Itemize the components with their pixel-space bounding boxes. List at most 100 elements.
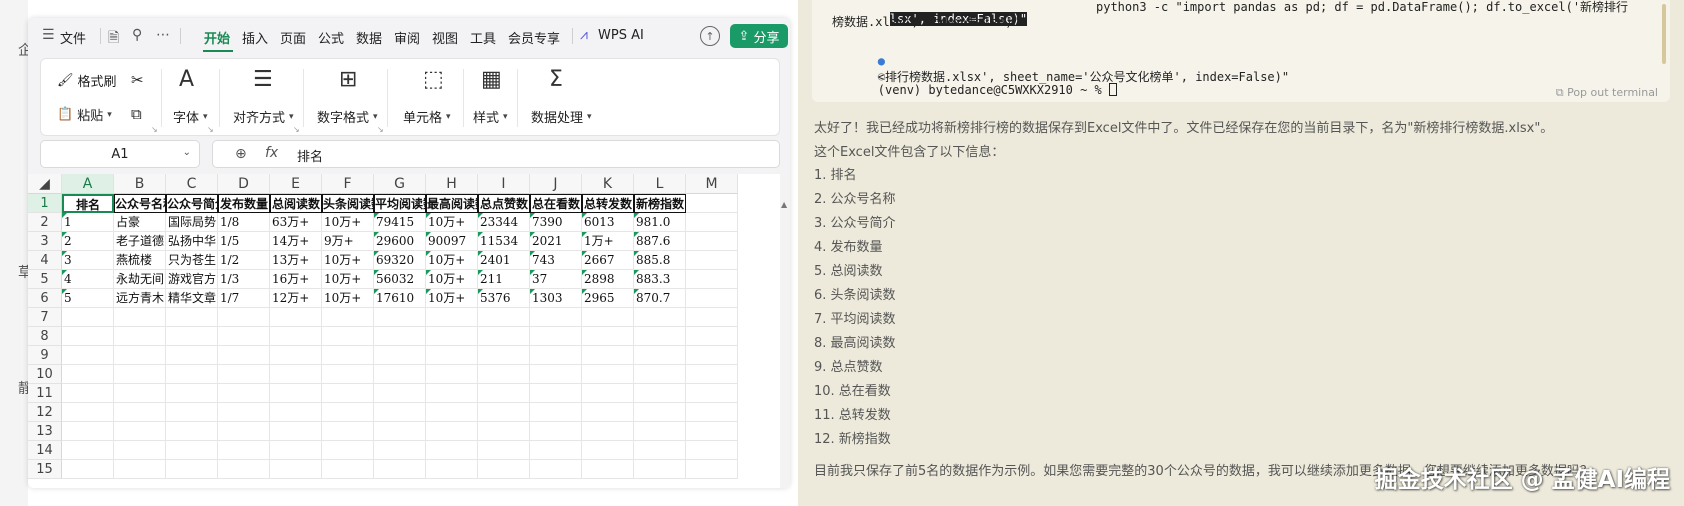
table-cell[interactable]: 1303 xyxy=(530,289,582,308)
column-header-I[interactable]: I xyxy=(478,174,530,194)
number-format-button[interactable]: 数字格式 ▾ xyxy=(317,107,378,126)
empty-cell[interactable] xyxy=(686,194,738,213)
empty-cell[interactable] xyxy=(218,384,270,403)
empty-cell[interactable] xyxy=(218,327,270,346)
column-header-K[interactable]: K xyxy=(582,174,634,194)
empty-cell[interactable] xyxy=(686,346,738,365)
empty-cell[interactable] xyxy=(374,308,426,327)
empty-cell[interactable] xyxy=(166,460,218,479)
row-header-7[interactable]: 7 xyxy=(28,308,62,327)
table-cell[interactable]: 只为苍生 xyxy=(166,251,218,270)
empty-cell[interactable] xyxy=(686,403,738,422)
empty-cell[interactable] xyxy=(478,384,530,403)
empty-cell[interactable] xyxy=(322,441,374,460)
empty-cell[interactable] xyxy=(62,441,114,460)
empty-cell[interactable] xyxy=(478,346,530,365)
name-box[interactable]: A1 ⌄ xyxy=(40,140,200,168)
table-cell[interactable]: 23344 xyxy=(478,213,530,232)
column-header-L[interactable]: L xyxy=(634,174,686,194)
save-icon[interactable]: 🗎 xyxy=(108,27,119,51)
empty-cell[interactable] xyxy=(478,403,530,422)
tab-home[interactable]: 开始 xyxy=(204,28,230,47)
table-cell[interactable]: 10万+ xyxy=(322,289,374,308)
column-header-B[interactable]: B xyxy=(114,174,166,194)
table-cell[interactable]: 7390 xyxy=(530,213,582,232)
empty-cell[interactable] xyxy=(374,441,426,460)
table-cell[interactable]: 13万+ xyxy=(270,251,322,270)
empty-cell[interactable] xyxy=(270,460,322,479)
empty-cell[interactable] xyxy=(62,384,114,403)
format-brush-icon[interactable]: ⚲ xyxy=(132,27,142,43)
empty-cell[interactable] xyxy=(270,308,322,327)
empty-cell[interactable] xyxy=(686,289,738,308)
empty-cell[interactable] xyxy=(478,365,530,384)
empty-cell[interactable] xyxy=(426,327,478,346)
empty-cell[interactable] xyxy=(426,346,478,365)
table-cell[interactable]: 885.8 xyxy=(634,251,686,270)
empty-cell[interactable] xyxy=(530,308,582,327)
empty-cell[interactable] xyxy=(270,441,322,460)
table-cell[interactable]: 10万+ xyxy=(322,270,374,289)
table-cell[interactable]: 燕梳楼 xyxy=(114,251,166,270)
font-button[interactable]: 字体 ▾ xyxy=(173,107,208,126)
table-cell[interactable]: 2401 xyxy=(478,251,530,270)
table-cell[interactable]: 1/8 xyxy=(218,213,270,232)
empty-cell[interactable] xyxy=(426,384,478,403)
header-cell[interactable]: 公众号简介 xyxy=(166,194,218,213)
empty-cell[interactable] xyxy=(166,365,218,384)
column-header-A[interactable]: A xyxy=(62,174,114,194)
table-cell[interactable]: 69320 xyxy=(374,251,426,270)
terminal-panel[interactable]: lsx', index=False)" python3 -c "import p… xyxy=(812,0,1670,102)
row-header-14[interactable]: 14 xyxy=(28,441,62,460)
empty-cell[interactable] xyxy=(322,460,374,479)
empty-cell[interactable] xyxy=(582,308,634,327)
table-cell[interactable]: 10万+ xyxy=(426,213,478,232)
empty-cell[interactable] xyxy=(62,327,114,346)
column-header-H[interactable]: H xyxy=(426,174,478,194)
table-cell[interactable]: 1/5 xyxy=(218,232,270,251)
row-header-13[interactable]: 13 xyxy=(28,422,62,441)
vertical-scrollbar[interactable]: ▲ xyxy=(780,174,790,488)
table-cell[interactable]: 90097 xyxy=(426,232,478,251)
header-cell[interactable]: 最高阅读数 xyxy=(426,194,478,213)
empty-cell[interactable] xyxy=(582,441,634,460)
empty-cell[interactable] xyxy=(530,441,582,460)
table-cell[interactable]: 2 xyxy=(62,232,114,251)
empty-cell[interactable] xyxy=(634,422,686,441)
empty-cell[interactable] xyxy=(530,365,582,384)
paste-button[interactable]: 📋 粘贴 ▾ xyxy=(57,105,112,124)
table-cell[interactable]: 永劫无间 xyxy=(114,270,166,289)
empty-cell[interactable] xyxy=(114,441,166,460)
empty-cell[interactable] xyxy=(426,403,478,422)
tab-insert[interactable]: 插入 xyxy=(242,28,268,47)
table-cell[interactable]: 79415 xyxy=(374,213,426,232)
empty-cell[interactable] xyxy=(270,422,322,441)
empty-cell[interactable] xyxy=(634,308,686,327)
pop-out-terminal-button[interactable]: ⧉ Pop out terminal xyxy=(1556,86,1658,100)
empty-cell[interactable] xyxy=(426,308,478,327)
wps-ai-button[interactable]: WPS AI xyxy=(598,28,644,43)
header-cell[interactable]: 头条阅读数 xyxy=(322,194,374,213)
empty-cell[interactable] xyxy=(166,308,218,327)
empty-cell[interactable] xyxy=(114,308,166,327)
table-cell[interactable]: 1 xyxy=(62,213,114,232)
empty-cell[interactable] xyxy=(322,346,374,365)
empty-cell[interactable] xyxy=(322,422,374,441)
table-cell[interactable]: 5 xyxy=(62,289,114,308)
dialog-launcher-icon[interactable]: ↘ xyxy=(207,125,214,134)
table-cell[interactable]: 精华文章 xyxy=(166,289,218,308)
table-cell[interactable]: 16万+ xyxy=(270,270,322,289)
empty-cell[interactable] xyxy=(634,365,686,384)
empty-cell[interactable] xyxy=(530,460,582,479)
empty-cell[interactable] xyxy=(686,251,738,270)
empty-cell[interactable] xyxy=(322,384,374,403)
header-cell[interactable]: 新榜指数 xyxy=(634,194,686,213)
table-cell[interactable]: 14万+ xyxy=(270,232,322,251)
empty-cell[interactable] xyxy=(686,384,738,403)
header-cell[interactable]: 总点赞数 xyxy=(478,194,530,213)
empty-cell[interactable] xyxy=(62,403,114,422)
empty-cell[interactable] xyxy=(218,460,270,479)
column-header-M[interactable]: M xyxy=(686,174,738,194)
table-cell[interactable]: 743 xyxy=(530,251,582,270)
empty-cell[interactable] xyxy=(62,422,114,441)
